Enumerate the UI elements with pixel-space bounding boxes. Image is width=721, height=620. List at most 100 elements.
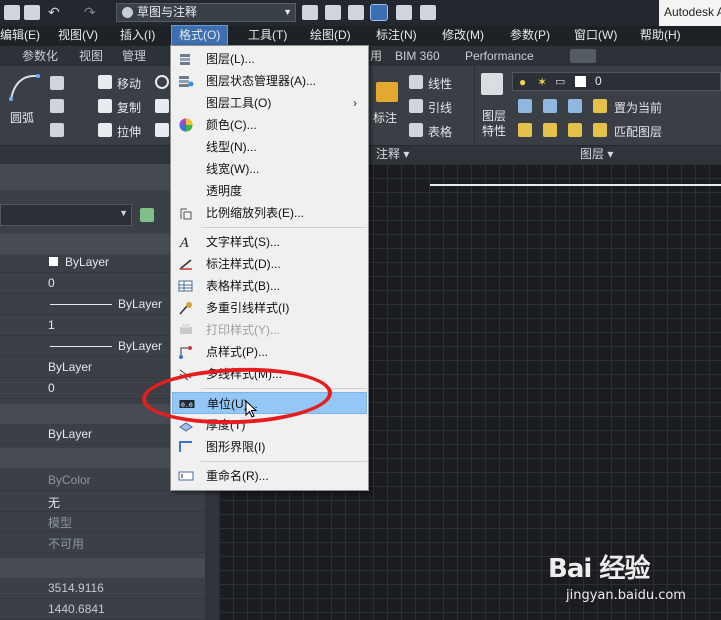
- move-icon: [98, 75, 112, 89]
- layer-tool-icon[interactable]: [543, 123, 557, 137]
- layer-tool-icon[interactable]: [518, 99, 532, 113]
- menu-modify[interactable]: 修改(M): [442, 26, 484, 46]
- quick-select-icon[interactable]: [140, 208, 154, 222]
- rectangle-icon[interactable]: [50, 76, 64, 90]
- stretch-button[interactable]: 拉伸: [117, 123, 141, 140]
- tab-options-icon[interactable]: [570, 49, 596, 63]
- chevron-down-icon: ▼: [119, 208, 128, 218]
- layer-tool-icon[interactable]: [568, 99, 582, 113]
- menu-item-table-style[interactable]: 表格样式(B)...: [172, 275, 367, 297]
- layer-group-label[interactable]: 图层 ▾: [580, 146, 613, 163]
- tab-bim360[interactable]: BIM 360: [395, 46, 440, 66]
- property-row[interactable]: 不可用: [0, 532, 205, 553]
- rotate-icon[interactable]: [155, 75, 169, 89]
- dimension-icon[interactable]: [376, 82, 398, 102]
- menu-item-lineweight[interactable]: 线宽(W)...: [172, 158, 367, 180]
- linetype-preview: [50, 304, 112, 305]
- workspace-selector[interactable]: 草图与注释 ▼: [116, 3, 296, 22]
- limits-icon: [179, 441, 192, 452]
- region-icon[interactable]: [50, 123, 64, 137]
- section-view[interactable]: [0, 558, 205, 578]
- property-row[interactable]: 无: [0, 491, 205, 512]
- menu-tools[interactable]: 工具(T): [248, 26, 287, 46]
- layer-tool-icon[interactable]: [593, 99, 607, 113]
- save-icon[interactable]: [325, 5, 341, 20]
- property-row[interactable]: 1440.6841: [0, 599, 205, 620]
- menu-help[interactable]: 帮助(H): [640, 26, 681, 46]
- mirror-icon[interactable]: [155, 99, 169, 113]
- redo-icon[interactable]: ↷: [84, 5, 100, 20]
- menu-draw[interactable]: 绘图(D): [310, 26, 351, 46]
- tab-parametric[interactable]: 参数化: [22, 46, 58, 66]
- drawn-line[interactable]: [430, 184, 721, 186]
- layer-name: 0: [595, 74, 602, 88]
- menu-item-point-style[interactable]: 点样式(P)...: [172, 341, 367, 363]
- menu-item-limits[interactable]: 图形界限(I): [172, 436, 367, 458]
- viewport-icon[interactable]: [370, 4, 388, 21]
- layer-tool-icon[interactable]: [568, 123, 582, 137]
- copy-button[interactable]: 复制: [117, 99, 141, 116]
- object-selector[interactable]: ▼: [0, 204, 132, 226]
- teapot-icon[interactable]: [420, 5, 436, 20]
- menu-item-layer[interactable]: 图层(L)...: [172, 48, 367, 70]
- menu-parametric[interactable]: 参数(P): [510, 26, 550, 46]
- chevron-right-icon: ›: [353, 96, 357, 110]
- workspace-toggle-icon[interactable]: [396, 5, 412, 20]
- image-icon[interactable]: [348, 5, 364, 20]
- layer-dropdown[interactable]: ● ✶ ▭ 0: [512, 72, 721, 91]
- menu-item-rename[interactable]: 重命名(R)...: [172, 465, 367, 487]
- print-icon[interactable]: [24, 5, 40, 20]
- layer-properties-icon[interactable]: [481, 73, 503, 95]
- quick-access-toolbar: ↶ ↷ 草图与注释 ▼ Autodesk A: [0, 0, 721, 26]
- menu-item-text-style[interactable]: A 文字样式(S)...: [172, 231, 367, 253]
- menu-item-layer-tools[interactable]: 图层工具(O) ›: [172, 92, 367, 114]
- annotate-group-label[interactable]: 注释 ▾: [376, 146, 409, 163]
- menu-dimension[interactable]: 标注(N): [376, 26, 417, 46]
- layer-properties-label[interactable]: 图层 特性: [482, 109, 506, 139]
- menu-item-plot-style[interactable]: 打印样式(Y)...: [172, 319, 367, 341]
- property-row[interactable]: 模型: [0, 511, 205, 532]
- menu-insert[interactable]: 插入(I): [120, 26, 155, 46]
- leader-button[interactable]: 引线: [428, 99, 452, 116]
- chevron-down-icon: ▼: [283, 7, 292, 17]
- menu-edit[interactable]: 编辑(E): [0, 26, 40, 46]
- hatch-icon[interactable]: [50, 99, 64, 113]
- menu-window[interactable]: 窗口(W): [574, 26, 617, 46]
- tab-manage[interactable]: 管理: [122, 46, 146, 66]
- menu-item-scale-list[interactable]: 比例缩放列表(E)...: [172, 202, 367, 224]
- arc-icon[interactable]: [8, 72, 42, 102]
- set-current-button[interactable]: 置为当前: [614, 99, 662, 116]
- plot-icon[interactable]: [302, 5, 318, 20]
- table-style-icon: [178, 280, 193, 292]
- open-icon[interactable]: [4, 5, 20, 20]
- menu-item-transparency[interactable]: 透明度: [172, 180, 367, 202]
- undo-icon[interactable]: ↶: [48, 5, 64, 20]
- menu-item-color[interactable]: 颜色(C)...: [172, 114, 367, 136]
- menu-bar: 编辑(E) 视图(V) 插入(I) 格式(O) 工具(T) 绘图(D) 标注(N…: [0, 25, 721, 47]
- layer-tool-icon[interactable]: [518, 123, 532, 137]
- layer-tool-icon[interactable]: [593, 123, 607, 137]
- scale-icon[interactable]: [155, 123, 169, 137]
- match-layer-button[interactable]: 匹配图层: [614, 123, 662, 140]
- tab-view[interactable]: 视图: [79, 46, 103, 66]
- menu-view[interactable]: 视图(V): [58, 26, 98, 46]
- linear-icon: [409, 75, 423, 89]
- dimension-label[interactable]: 标注: [373, 109, 397, 126]
- app-title: Autodesk A: [659, 0, 721, 26]
- watermark-url: jingyan.baidu.com: [566, 588, 686, 603]
- svg-text:A: A: [179, 236, 189, 249]
- text-style-icon: A: [179, 236, 189, 249]
- menu-item-layer-state[interactable]: 图层状态管理器(A)...: [172, 70, 367, 92]
- table-button[interactable]: 表格: [428, 123, 452, 140]
- menu-item-dim-style[interactable]: 标注样式(D)...: [172, 253, 367, 275]
- menu-item-linetype[interactable]: 线型(N)...: [172, 136, 367, 158]
- menu-format[interactable]: 格式(O): [170, 25, 229, 47]
- tab-apps[interactable]: 用: [370, 46, 382, 66]
- move-button[interactable]: 移动: [117, 75, 141, 92]
- tab-performance[interactable]: Performance: [465, 46, 534, 66]
- menu-item-mleader-style[interactable]: 多重引线样式(I): [172, 297, 367, 319]
- arc-label[interactable]: 圆弧: [10, 109, 34, 126]
- linear-button[interactable]: 线性: [428, 75, 452, 92]
- layer-tool-icon[interactable]: [543, 99, 557, 113]
- property-row[interactable]: 3514.9116: [0, 578, 205, 599]
